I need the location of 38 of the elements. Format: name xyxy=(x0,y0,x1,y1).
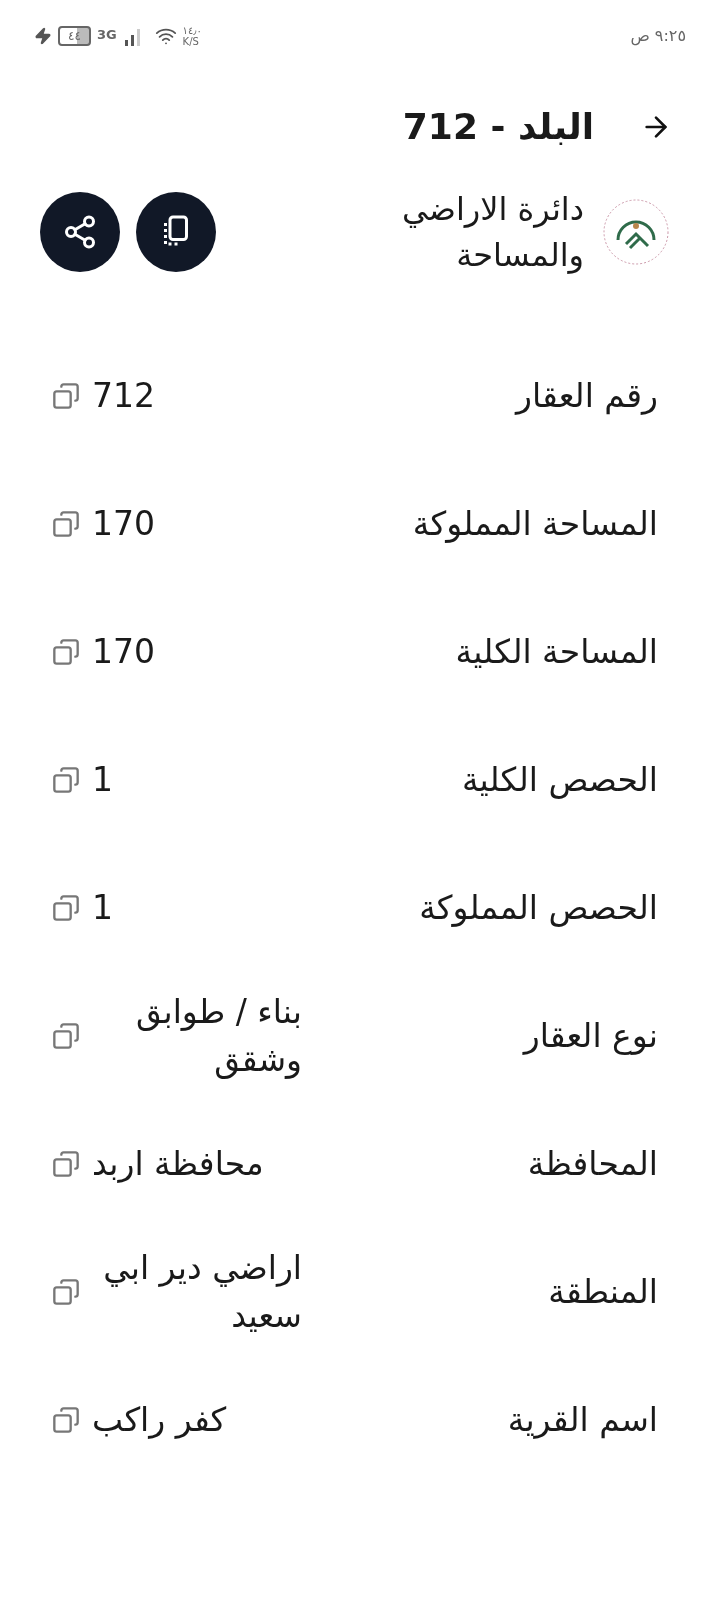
field-label: المحافظة xyxy=(526,1143,658,1186)
copy-button[interactable] xyxy=(52,1022,80,1050)
copy-button[interactable] xyxy=(52,638,80,666)
copy-button[interactable] xyxy=(52,894,80,922)
battery-indicator: ٤٤ xyxy=(58,26,91,46)
field-value: كفر راكب xyxy=(92,1399,228,1441)
field-value: 1 xyxy=(92,759,114,801)
copy-button[interactable] xyxy=(52,1150,80,1178)
charging-icon xyxy=(34,27,52,45)
field-value: 1 xyxy=(92,887,114,929)
field-value: محافظة اربد xyxy=(92,1143,265,1185)
network-type: 3G xyxy=(96,26,117,44)
network-speed: ١٤٫٠ xyxy=(182,25,202,36)
field-label: المساحة الكلية xyxy=(454,631,658,674)
field-value: 170 xyxy=(92,503,156,545)
field-label: رقم العقار xyxy=(513,375,658,418)
logo-icon xyxy=(600,196,672,268)
clock: ٩:٢٥ ص xyxy=(630,25,686,48)
speed-unit: K/S xyxy=(182,36,200,47)
page-title: البلد - 712 xyxy=(402,105,594,149)
field-label: المساحة المملوكة xyxy=(411,503,658,546)
copy-button[interactable] xyxy=(52,1278,80,1306)
field-value: اراضي دير ابي سعيد xyxy=(102,1247,302,1337)
copy-button[interactable] xyxy=(52,382,80,410)
share-icon xyxy=(62,214,98,250)
field-label: نوع العقار xyxy=(521,1015,658,1058)
field-label: الحصص الكلية xyxy=(460,759,658,802)
copy-button[interactable] xyxy=(52,1406,80,1434)
copy-button[interactable] xyxy=(52,766,80,794)
field-label: اسم القرية xyxy=(506,1399,658,1442)
field-value: بناء / طوابق وشقق xyxy=(135,991,302,1081)
field-value: 170 xyxy=(92,631,156,673)
field-label: المنطقة xyxy=(547,1271,658,1314)
field-label: الحصص المملوكة xyxy=(418,887,658,930)
field-value: 712 xyxy=(92,375,156,417)
copy-button[interactable] xyxy=(52,510,80,538)
signal-icon xyxy=(122,26,143,46)
organization-name: دائرة الاراضي والمساحة xyxy=(401,189,584,276)
